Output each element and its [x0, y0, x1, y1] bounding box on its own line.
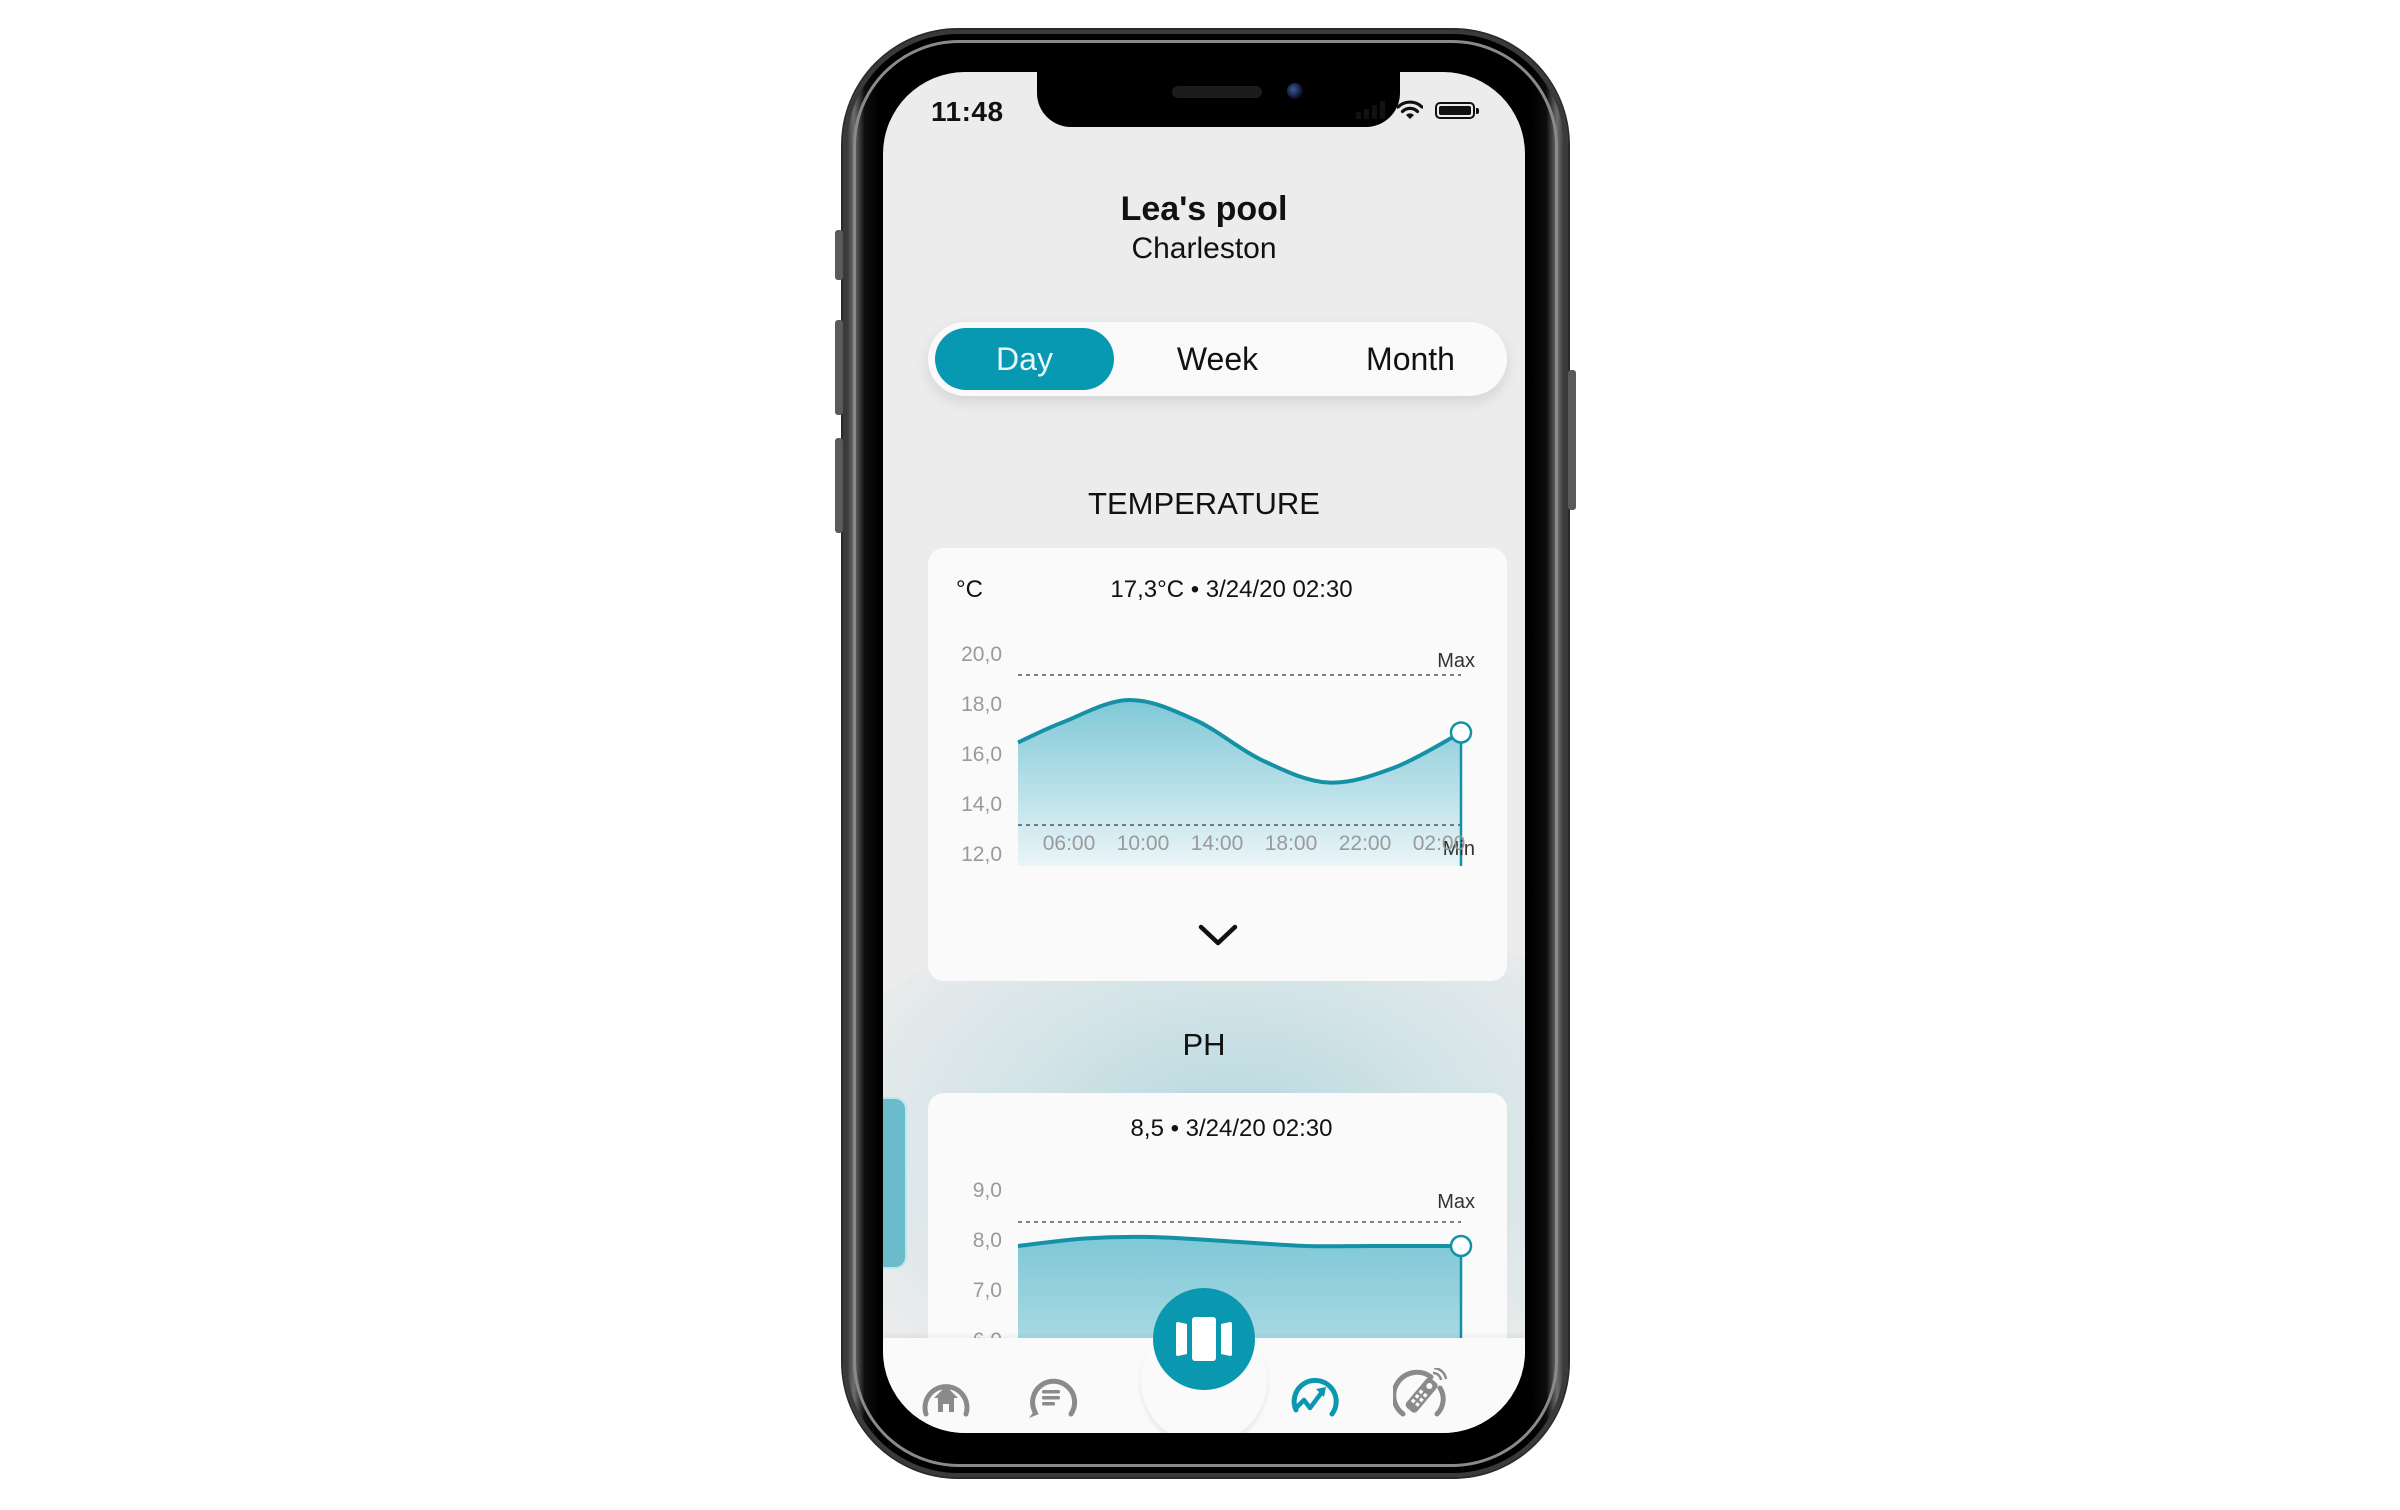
pool-location: Charleston [1131, 232, 1277, 265]
ph-max-label: Max [1437, 1191, 1475, 1213]
nav-remote[interactable] [1393, 1368, 1449, 1424]
y-tick-label: 12,0 [961, 843, 1002, 866]
y-tick-label: 16,0 [961, 743, 1002, 766]
x-tick-label: 22:00 [1338, 832, 1392, 855]
x-tick-label: 18:00 [1264, 832, 1318, 855]
status-icons [1356, 100, 1479, 120]
side-drawer-handle[interactable] [883, 1097, 907, 1269]
y-tick-label: 9,0 [972, 1179, 1002, 1202]
chevron-down-icon[interactable] [1198, 923, 1238, 947]
wifi-icon [1397, 100, 1423, 119]
ph-section-title: PH [1182, 1027, 1226, 1062]
temperature-chart-card[interactable]: °C 17,3°C • 3/24/20 02:30 Max Min 20,0 18… [928, 548, 1507, 981]
tab-week[interactable]: Week [1128, 328, 1307, 390]
x-tick-label: 06:00 [1042, 832, 1096, 855]
temperature-section-title: TEMPERATURE [1088, 486, 1320, 521]
pool-name: Lea's pool [1120, 190, 1288, 228]
center-action-button[interactable] [1153, 1288, 1255, 1390]
period-selector: Day Week Month [928, 322, 1507, 396]
remote-control-icon [1393, 1368, 1448, 1417]
front-camera [1287, 83, 1303, 99]
temperature-chart [1017, 674, 1473, 866]
nav-home[interactable] [918, 1368, 974, 1424]
cellular-signal-icon [1356, 101, 1385, 119]
x-tick-label: 14:00 [1190, 832, 1244, 855]
tab-month[interactable]: Month [1321, 328, 1500, 390]
ph-highlight-point[interactable] [1449, 1234, 1473, 1258]
temperature-max-label: Max [1437, 650, 1475, 672]
mute-switch [835, 230, 843, 280]
y-tick-label: 20,0 [961, 643, 1002, 666]
phone-frame: 11:48 Lea's pool Charleston Day Week Mon… [835, 30, 1576, 1477]
volume-down-button [835, 438, 843, 533]
tab-day[interactable]: Day [935, 328, 1114, 390]
y-tick-label: 18,0 [961, 693, 1002, 716]
chat-icon [1029, 1378, 1078, 1418]
nav-messages[interactable] [1023, 1368, 1079, 1424]
app-screen: 11:48 Lea's pool Charleston Day Week Mon… [883, 72, 1525, 1433]
x-tick-label: 02:00 [1412, 832, 1466, 855]
y-tick-label: 8,0 [972, 1229, 1002, 1252]
battery-icon [1435, 101, 1479, 119]
pool-devices-icon [1176, 1317, 1232, 1361]
home-icon [922, 1384, 970, 1417]
power-button [1568, 370, 1576, 510]
volume-up-button [835, 320, 843, 415]
status-time: 11:48 [931, 96, 1004, 127]
x-tick-label: 10:00 [1116, 832, 1170, 855]
y-tick-label: 14,0 [961, 793, 1002, 816]
nav-analytics[interactable] [1286, 1368, 1342, 1424]
speaker-grille [1172, 86, 1262, 98]
notch [1037, 72, 1400, 127]
temperature-highlight-point[interactable] [1449, 721, 1473, 744]
trend-chart-icon [1291, 1377, 1339, 1417]
y-tick-label: 7,0 [972, 1279, 1002, 1302]
